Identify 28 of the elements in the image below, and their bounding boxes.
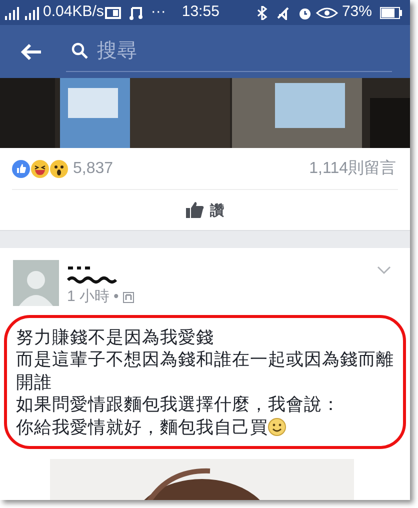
reaction-count: 5,837 bbox=[73, 158, 114, 178]
back-arrow-icon bbox=[20, 42, 42, 60]
laughing-face-icon bbox=[31, 160, 49, 178]
comment-count: 1,114則留言 bbox=[309, 158, 396, 178]
post-time: 1 小時 bbox=[67, 287, 110, 307]
network-speed: 0.04KB/s bbox=[43, 2, 104, 22]
music-note-icon bbox=[128, 6, 143, 20]
surprised-face-icon bbox=[50, 160, 68, 178]
friends-icon bbox=[122, 292, 134, 303]
battery-percent: 73% bbox=[342, 2, 372, 22]
separator-dot: • bbox=[114, 287, 119, 307]
signal-icon bbox=[24, 6, 40, 20]
search-input[interactable]: 搜尋 bbox=[97, 35, 297, 67]
bluetooth-icon bbox=[256, 6, 268, 20]
like-button[interactable]: 讚 bbox=[178, 196, 232, 224]
clock: 13:55 bbox=[182, 2, 220, 22]
battery-icon bbox=[380, 6, 402, 18]
more-text: ··· bbox=[150, 2, 166, 22]
like-reaction-icon bbox=[12, 160, 30, 178]
search-field[interactable]: 搜尋 bbox=[66, 32, 392, 72]
eye-icon bbox=[316, 6, 338, 20]
avatar bbox=[13, 260, 59, 306]
screen-icon bbox=[104, 6, 121, 20]
post-text: 努力賺錢不是因為我愛錢 而是這輩子不想因為錢和誰在一起或因為錢而離開誰 如果問愛情跟麵包我選擇什麼，我會說： 你給我愛情就好，麵包我自己買 bbox=[16, 326, 395, 438]
thumbs-up-icon bbox=[186, 202, 204, 218]
smiley-icon bbox=[268, 418, 286, 436]
search-icon bbox=[71, 42, 89, 60]
signal-icon bbox=[4, 6, 22, 20]
